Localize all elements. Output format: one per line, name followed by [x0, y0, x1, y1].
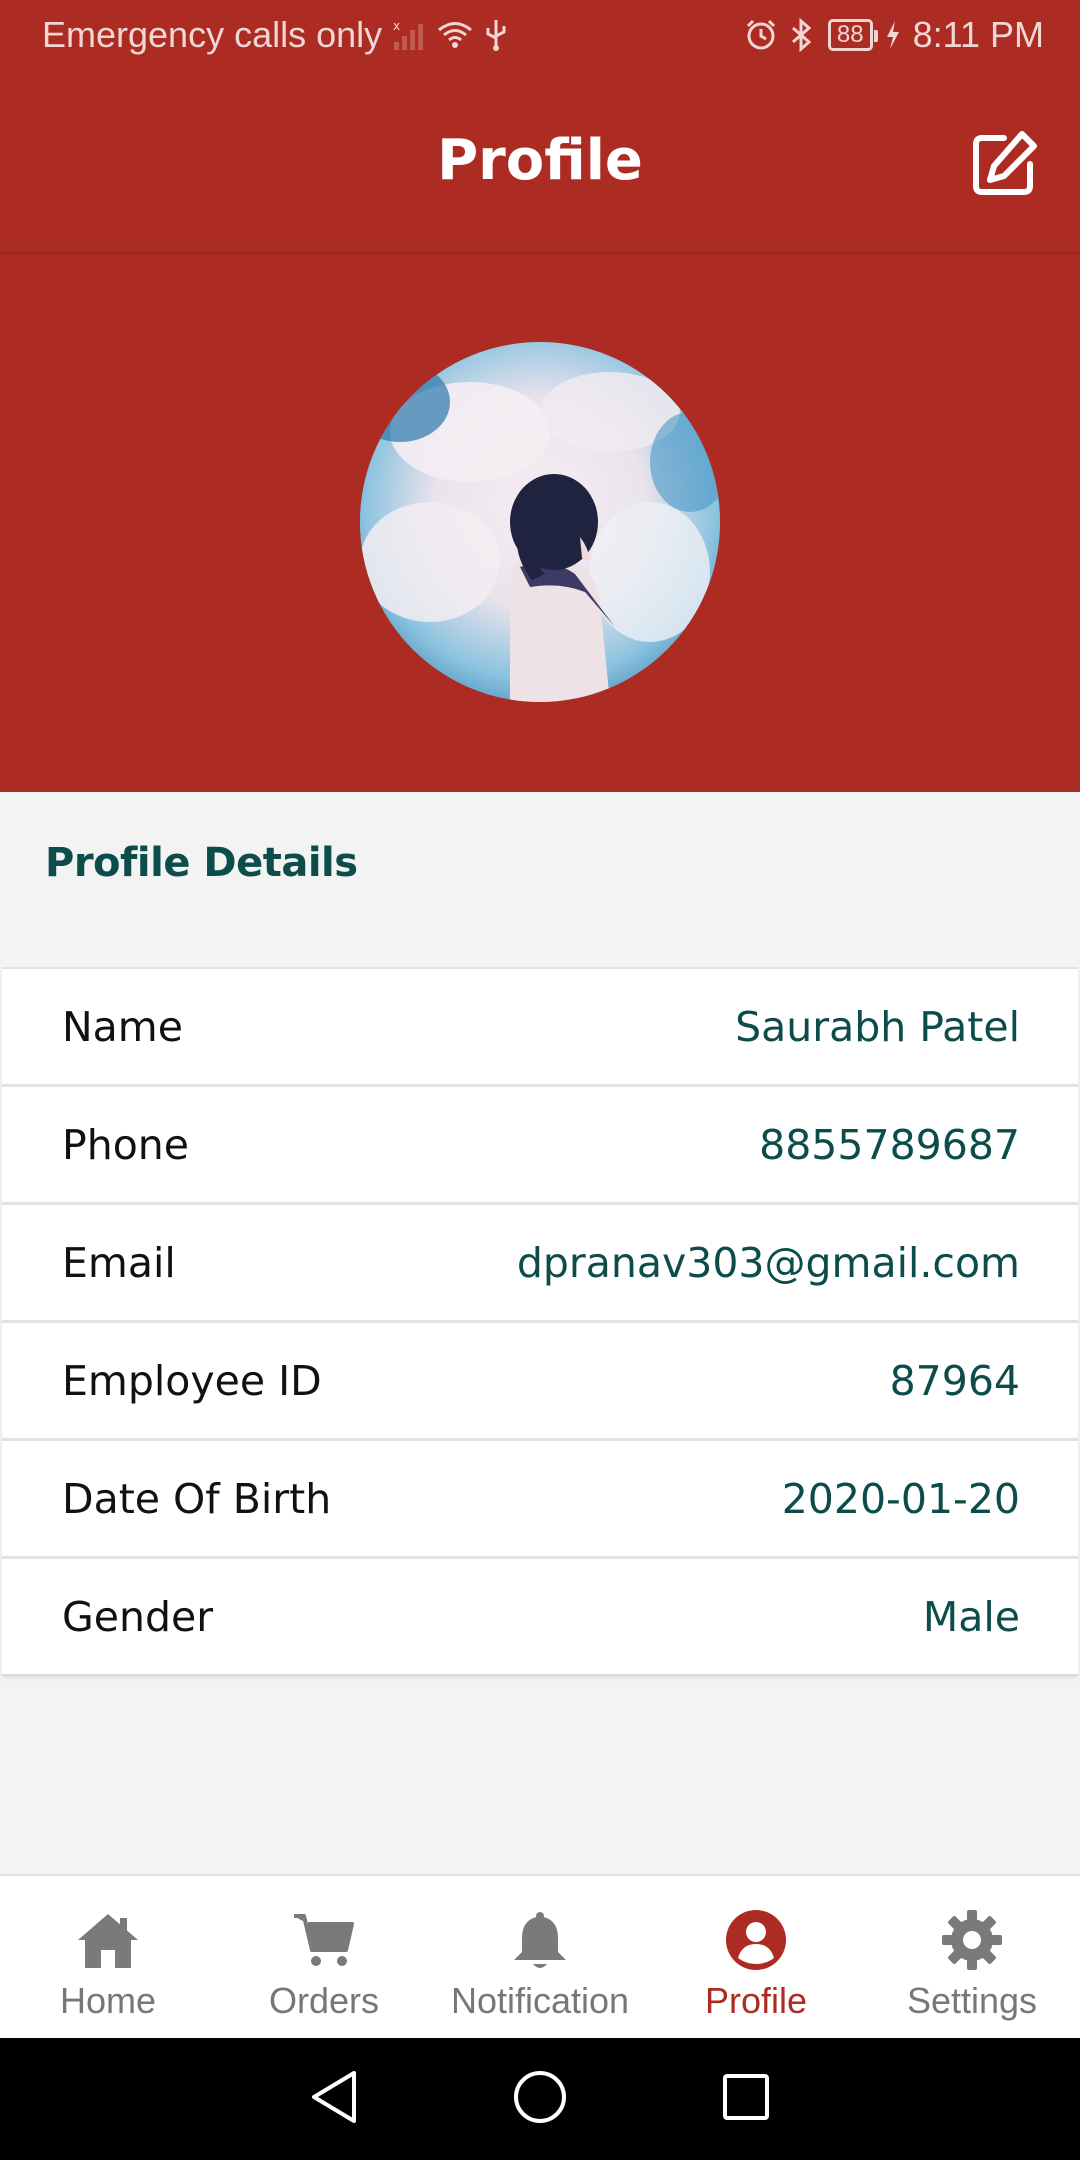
- app-bar: Profile: [0, 76, 1080, 254]
- detail-value: Male: [922, 1592, 1020, 1641]
- recents-icon: [721, 2072, 771, 2127]
- nav-label: Settings: [906, 1980, 1038, 2021]
- profile-screen: Emergency calls only x 88 8:11 PM Profil…: [0, 0, 1080, 2160]
- detail-row-name: Name Saurabh Patel: [2, 969, 1078, 1087]
- user-circle-icon: [724, 1908, 788, 1972]
- detail-value: 2020-01-20: [781, 1474, 1020, 1523]
- usb-icon: [484, 18, 508, 52]
- home-circle-icon: [512, 2069, 568, 2130]
- edit-icon: [968, 128, 1040, 205]
- detail-label: Name: [62, 1002, 183, 1051]
- detail-row-date-of-birth: Date Of Birth 2020-01-20: [2, 1441, 1078, 1559]
- detail-value: Saurabh Patel: [735, 1002, 1020, 1051]
- home-icon: [76, 1908, 140, 1972]
- nav-label: Home: [59, 1980, 157, 2021]
- detail-label: Gender: [62, 1592, 214, 1641]
- system-navigation-bar: [0, 2038, 1080, 2160]
- nav-item-settings[interactable]: Settings: [864, 1876, 1080, 2040]
- section-title: Profile Details: [45, 840, 358, 886]
- system-back-button[interactable]: [302, 2067, 366, 2131]
- detail-row-phone: Phone 8855789687: [2, 1087, 1078, 1205]
- detail-label: Date Of Birth: [62, 1474, 332, 1523]
- nav-item-notification[interactable]: Notification: [432, 1876, 648, 2040]
- nav-item-orders[interactable]: Orders: [216, 1876, 432, 2040]
- back-icon: [308, 2069, 360, 2130]
- clock-time: 8:11 PM: [912, 14, 1044, 55]
- avatar-image: [360, 342, 720, 702]
- gear-icon: [940, 1908, 1004, 1972]
- nav-label: Profile: [704, 1980, 808, 2021]
- edit-profile-button[interactable]: [966, 128, 1042, 204]
- detail-label: Email: [62, 1238, 176, 1287]
- nav-label: Orders: [268, 1980, 380, 2021]
- carrier-text: Emergency calls only: [42, 14, 383, 55]
- status-right: 88 8:11 PM: [744, 14, 1044, 56]
- detail-value: 8855789687: [759, 1120, 1020, 1169]
- nav-item-home[interactable]: Home: [0, 1876, 216, 2040]
- detail-label: Employee ID: [62, 1356, 322, 1405]
- profile-header: [0, 254, 1080, 792]
- detail-value: dpranav303@gmail.com: [516, 1238, 1020, 1287]
- profile-details-list: Name Saurabh Patel Phone 8855789687 Emai…: [2, 967, 1078, 1676]
- page-title: Profile: [437, 128, 643, 193]
- cart-icon: [292, 1908, 356, 1972]
- status-left: Emergency calls only x: [42, 14, 508, 56]
- detail-row-gender: Gender Male: [2, 1559, 1078, 1676]
- avatar[interactable]: [360, 342, 720, 702]
- svg-text:x: x: [393, 19, 400, 33]
- status-bar: Emergency calls only x 88 8:11 PM: [0, 0, 1080, 76]
- detail-row-employee-id: Employee ID 87964: [2, 1323, 1078, 1441]
- nav-label: Notification: [450, 1980, 630, 2021]
- system-recents-button[interactable]: [714, 2067, 778, 2131]
- detail-row-email: Email dpranav303@gmail.com: [2, 1205, 1078, 1323]
- alarm-icon: [744, 18, 778, 52]
- system-home-button[interactable]: [508, 2067, 572, 2131]
- nav-item-profile[interactable]: Profile: [648, 1876, 864, 2040]
- battery-indicator: 88: [827, 19, 878, 51]
- bottom-navigation: Home Orders Notification Profile Setting…: [0, 1874, 1080, 2040]
- charging-icon: [885, 20, 901, 50]
- detail-value: 87964: [889, 1356, 1020, 1405]
- detail-label: Phone: [62, 1120, 190, 1169]
- bluetooth-icon: [790, 18, 812, 52]
- signal-icon: x: [392, 18, 426, 52]
- wifi-icon: [436, 19, 474, 51]
- bell-icon: [508, 1908, 572, 1972]
